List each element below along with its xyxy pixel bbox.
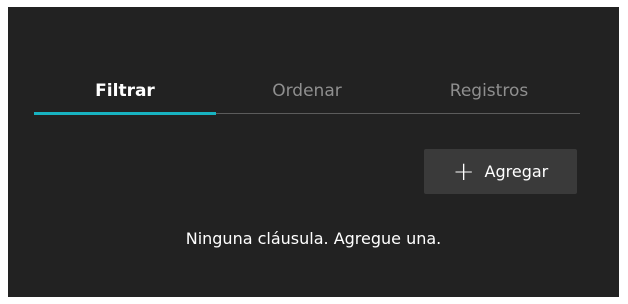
tab-filtrar[interactable]: Filtrar [34, 69, 216, 115]
filter-panel: Filtrar Ordenar Registros + Agregar Ning… [8, 7, 619, 297]
tab-registros-label: Registros [449, 81, 529, 101]
add-clause-button[interactable]: + Agregar [424, 149, 577, 194]
tab-bar: Filtrar Ordenar Registros [34, 69, 580, 115]
tab-ordenar-label: Ordenar [272, 81, 342, 101]
empty-state-message: Ninguna cláusula. Agregue una. [185, 229, 442, 248]
plus-icon: + [452, 156, 475, 187]
tab-ordenar[interactable]: Ordenar [216, 69, 398, 113]
tab-filtrar-label: Filtrar [95, 81, 155, 101]
add-clause-label: Agregar [484, 162, 549, 181]
tab-registros[interactable]: Registros [398, 69, 580, 113]
